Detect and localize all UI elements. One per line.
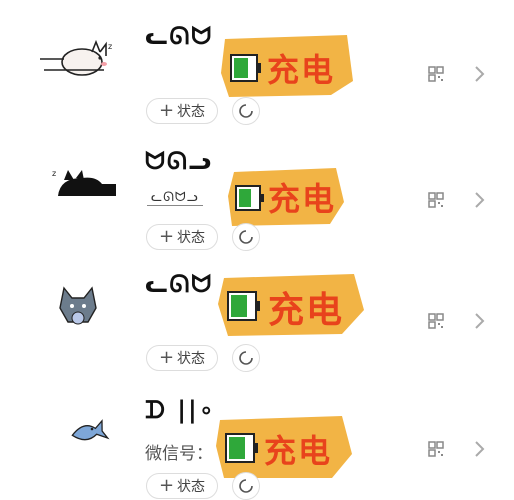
plus-icon: + (158, 226, 175, 247)
sticker-text: 充电 (268, 180, 336, 218)
qr-code-icon[interactable] (428, 192, 444, 208)
plus-icon: + (158, 347, 175, 368)
status-ring-icon (239, 230, 253, 244)
plus-icon: + (158, 475, 175, 496)
add-status-button[interactable]: + 状态 (146, 473, 218, 499)
sticker-text: 充电 (264, 432, 332, 470)
battery-icon (227, 291, 260, 321)
avatar[interactable] (38, 402, 116, 462)
status-ring-icon (239, 479, 253, 493)
status-label: 状态 (177, 230, 206, 246)
qr-code-icon[interactable] (428, 441, 444, 457)
status-ring-icon (239, 104, 253, 118)
charging-sticker: 充电 (228, 168, 344, 226)
charging-sticker: 充电 (218, 274, 364, 336)
status-ring-button[interactable] (232, 97, 260, 125)
charging-sticker: 充电 (221, 35, 353, 97)
battery-icon (225, 433, 258, 463)
battery-icon (230, 54, 261, 82)
contact-name: ᗢᘏᓗ (145, 147, 214, 175)
status-ring-button[interactable] (232, 472, 260, 500)
status-ring-button[interactable] (232, 223, 260, 251)
add-status-button[interactable]: + 状态 (146, 98, 218, 124)
wechat-id-label: 微信号： (145, 444, 213, 464)
sticker-text: 充电 (267, 51, 335, 89)
status-ring-button[interactable] (232, 344, 260, 372)
chevron-right-icon[interactable] (473, 65, 485, 83)
add-status-button[interactable]: + 状态 (146, 224, 218, 250)
qr-code-icon[interactable] (428, 66, 444, 82)
avatar[interactable]: z (38, 158, 116, 218)
qr-code-icon[interactable] (428, 313, 444, 329)
chevron-right-icon[interactable] (473, 440, 485, 458)
battery-icon (235, 185, 264, 211)
contact-name: ᓚᘏᗢ (145, 270, 214, 298)
status-label: 状态 (177, 351, 206, 367)
status-label: 状态 (177, 479, 206, 495)
status-label: 状态 (177, 104, 206, 120)
avatar[interactable]: z (38, 32, 116, 92)
svg-text:z: z (108, 42, 112, 51)
status-ring-icon (239, 351, 253, 365)
plus-icon: + (158, 100, 175, 121)
subtitle-text: ᓚᘏᗢᓗ (147, 190, 203, 206)
svg-text:z: z (52, 169, 56, 178)
charging-sticker: 充电 (216, 416, 352, 478)
chevron-right-icon[interactable] (473, 191, 485, 209)
add-status-button[interactable]: + 状态 (146, 345, 218, 371)
sticker-text: 充电 (268, 290, 344, 331)
contact-name: ᓚᘏᗢ (145, 22, 214, 50)
avatar[interactable] (38, 278, 116, 338)
contact-name: ᗪ ||∘ (145, 396, 216, 424)
chevron-right-icon[interactable] (473, 312, 485, 330)
